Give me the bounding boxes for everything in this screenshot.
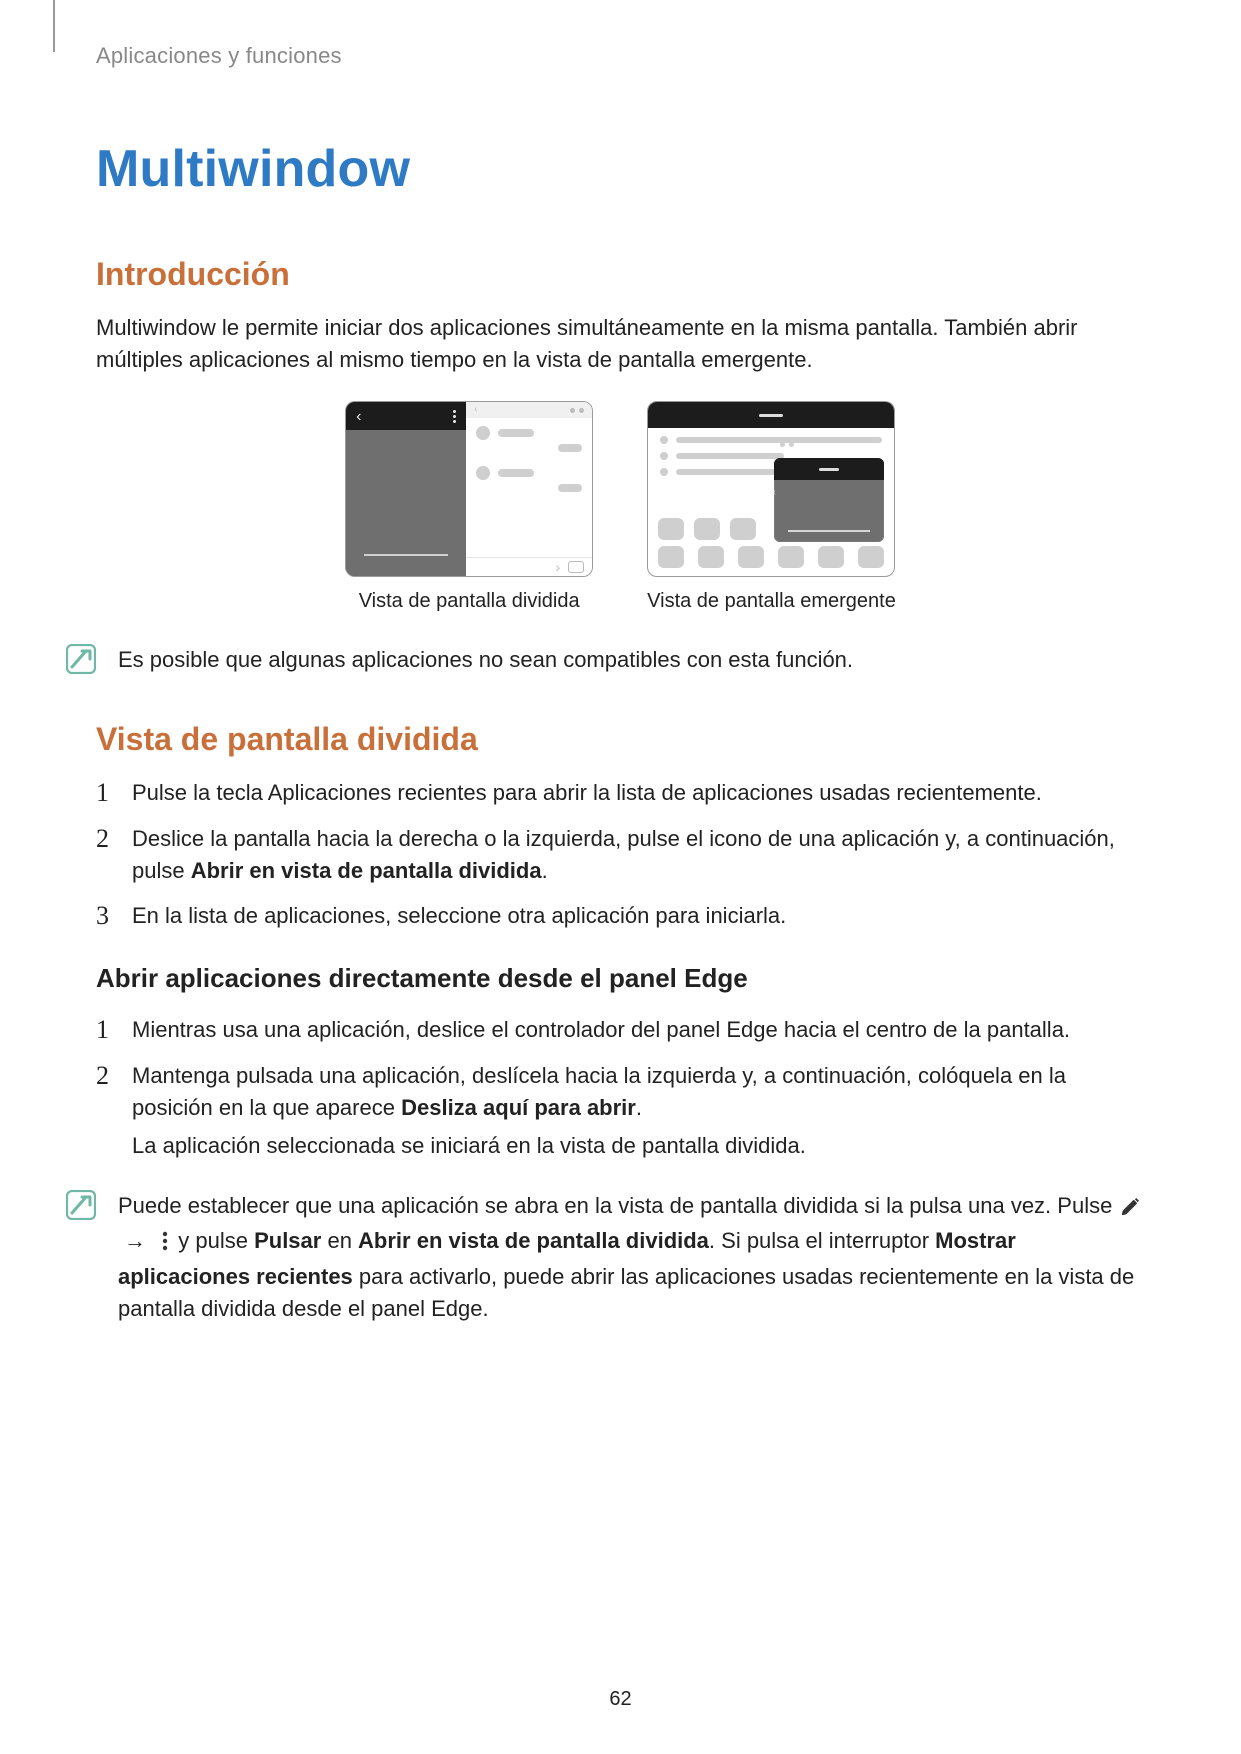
note-icon [66, 644, 96, 674]
step-text-fragment: . [542, 858, 548, 883]
step-bold: Abrir en vista de pantalla dividida [191, 858, 542, 883]
note-icon [66, 1190, 96, 1220]
split-steps: 1 Pulse la tecla Aplicaciones recientes … [96, 777, 1145, 933]
illustration-popup-view: ‹ ‹ [647, 401, 895, 577]
split-step-2: 2 Deslice la pantalla hacia la derecha o… [96, 823, 1145, 887]
pill-icon [568, 561, 584, 573]
step-text-line2: La aplicación seleccionada se iniciará e… [132, 1130, 1145, 1162]
chevron-left-icon: ‹ [774, 486, 775, 501]
step-number: 1 [96, 1014, 116, 1046]
section-split-heading: Vista de pantalla dividida [96, 716, 1145, 762]
step-number: 2 [96, 1060, 116, 1162]
figures-row: ‹ ‹ › [96, 401, 1145, 616]
split-step-1: 1 Pulse la tecla Aplicaciones recientes … [96, 777, 1145, 809]
figure-popup: ‹ ‹ Vista de pantalla emergente [647, 401, 896, 616]
step-bold: Desliza aquí para abrir [401, 1095, 636, 1120]
edge-step-1: 1 Mientras usa una aplicación, deslice e… [96, 1014, 1145, 1046]
step-text: Mantenga pulsada una aplicación, deslíce… [132, 1060, 1145, 1162]
kebab-menu-icon [160, 1229, 170, 1261]
figure-split-caption: Vista de pantalla dividida [359, 587, 580, 616]
chevron-right-icon: › [555, 557, 560, 577]
arrow-right-icon: → [124, 1225, 146, 1257]
chevron-left-icon: ‹ [356, 405, 361, 428]
edge-steps: 1 Mientras usa una aplicación, deslice e… [96, 1014, 1145, 1162]
figure-split-screen: ‹ ‹ › [345, 401, 593, 616]
running-head: Aplicaciones y funciones [96, 40, 1145, 72]
two-dots-icon [570, 408, 584, 413]
step-text: Deslice la pantalla hacia la derecha o l… [132, 823, 1145, 887]
note-fragment: . Si pulsa el interruptor [709, 1228, 935, 1253]
page-content: Aplicaciones y funciones Multiwindow Int… [96, 40, 1145, 1365]
note-edge-text: Puede establecer que una aplicación se a… [118, 1190, 1145, 1326]
page-number: 62 [0, 1685, 1241, 1714]
page-title: Multiwindow [96, 132, 1145, 207]
side-rule [53, 0, 55, 52]
split-step-3: 3 En la lista de aplicaciones, seleccion… [96, 900, 1145, 932]
note-bold: Pulsar [254, 1228, 321, 1253]
step-number: 1 [96, 777, 116, 809]
intro-body: Multiwindow le permite iniciar dos aplic… [96, 312, 1145, 376]
step-number: 2 [96, 823, 116, 887]
note-fragment: y pulse [178, 1228, 254, 1253]
chevron-left-icon: ‹ [474, 403, 477, 418]
step-number: 3 [96, 900, 116, 932]
kebab-menu-icon [453, 410, 456, 423]
edge-step-2: 2 Mantenga pulsada una aplicación, deslí… [96, 1060, 1145, 1162]
note-compat-text: Es posible que algunas aplicaciones no s… [118, 644, 1145, 676]
step-text: Mientras usa una aplicación, deslice el … [132, 1014, 1145, 1046]
section-intro-heading: Introducción [96, 251, 1145, 297]
note-compat: Es posible que algunas aplicaciones no s… [96, 644, 1145, 676]
note-bold: Abrir en vista de pantalla dividida [358, 1228, 709, 1253]
note-edge-tip: Puede establecer que una aplicación se a… [96, 1190, 1145, 1326]
step-text-fragment: . [636, 1095, 642, 1120]
figure-popup-caption: Vista de pantalla emergente [647, 587, 896, 616]
edit-pencil-icon [1120, 1194, 1142, 1226]
note-fragment: Puede establecer que una aplicación se a… [118, 1193, 1057, 1218]
illustration-split-screen: ‹ ‹ › [345, 401, 593, 577]
step-text: En la lista de aplicaciones, seleccione … [132, 900, 1145, 932]
subsection-edge-heading: Abrir aplicaciones directamente desde el… [96, 960, 1145, 998]
note-fragment: en [321, 1228, 358, 1253]
note-fragment: Pulse [1057, 1193, 1118, 1218]
step-text: Pulse la tecla Aplicaciones recientes pa… [132, 777, 1145, 809]
